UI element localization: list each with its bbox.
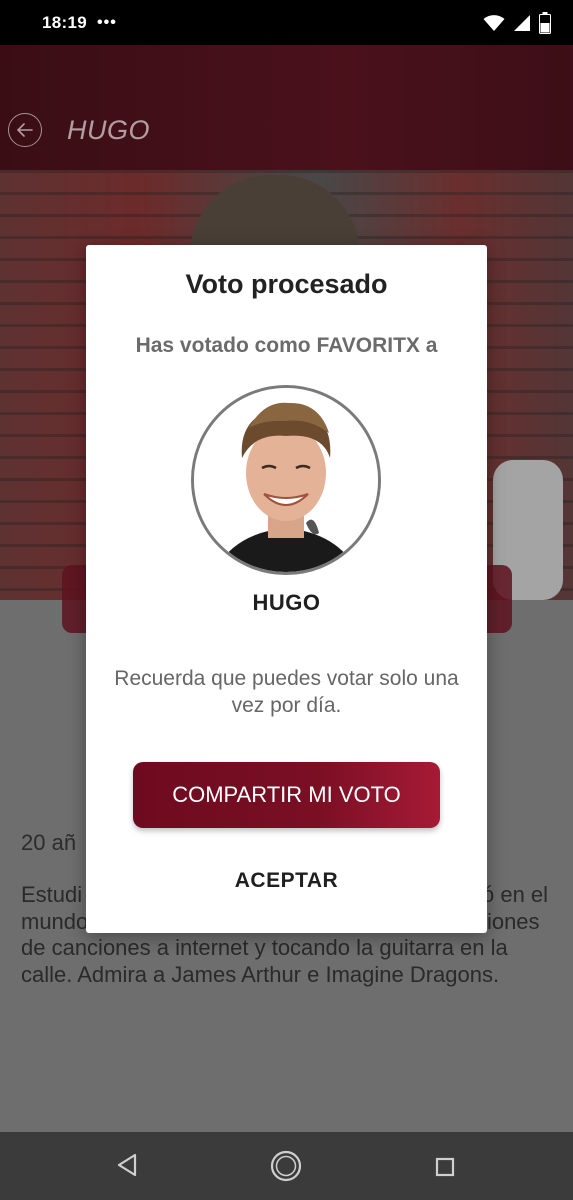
dialog-title: Voto procesado	[185, 269, 388, 299]
page-title: HUGO	[67, 115, 150, 145]
system-nav-bar	[0, 1132, 573, 1200]
nav-recent-icon	[435, 1157, 455, 1177]
accept-button[interactable]: ACEPTAR	[86, 869, 487, 893]
wifi-icon	[483, 14, 505, 31]
back-button[interactable]	[8, 113, 42, 147]
signal-icon	[514, 14, 530, 31]
vote-limit-note: Recuerda que puedes votar solo una vez p…	[114, 667, 459, 717]
share-vote-button[interactable]: COMPARTIR MI VOTO	[133, 762, 440, 828]
dialog-subtitle: Has votado como FAVORITX a	[135, 334, 438, 357]
status-notification-dots: •••	[96, 13, 117, 31]
arrow-left-icon	[16, 123, 33, 137]
candidate-avatar	[191, 385, 381, 575]
app-header: HUGO	[0, 45, 573, 170]
candidate-age: 20 añ	[21, 830, 77, 855]
nav-home-icon	[270, 1150, 302, 1182]
candidate-avatar-image	[194, 388, 378, 572]
battery-icon	[539, 11, 551, 34]
status-icons	[483, 11, 551, 34]
nav-back-icon	[117, 1153, 137, 1177]
vote-confirmation-dialog: Voto procesado Has votado como FAVORITX …	[86, 245, 487, 933]
status-time: 18:19	[42, 12, 87, 32]
status-bar: 18:19 •••	[0, 0, 573, 45]
candidate-name: HUGO	[252, 590, 321, 615]
nav-home-button[interactable]	[270, 1150, 302, 1187]
nav-back-button[interactable]	[115, 1152, 141, 1183]
nav-recent-button[interactable]	[435, 1157, 455, 1182]
